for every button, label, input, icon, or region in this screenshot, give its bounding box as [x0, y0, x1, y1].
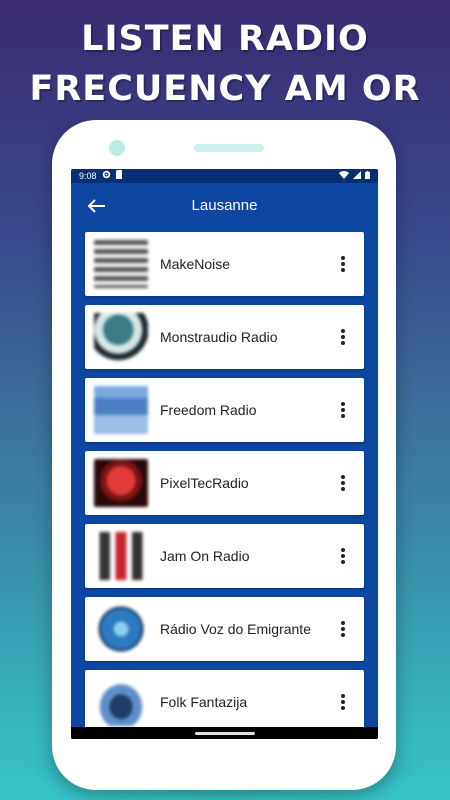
- more-vert-icon[interactable]: [336, 252, 350, 276]
- station-name: PixelTecRadio: [160, 474, 249, 491]
- phone-frame: 9:08 Lausanne MakeNoise Monstraudio Radi…: [52, 120, 396, 790]
- more-vert-icon[interactable]: [336, 690, 350, 714]
- station-name: MakeNoise: [160, 255, 231, 272]
- station-logo: [94, 313, 148, 361]
- station-list: MakeNoise Monstraudio Radio Freedom Radi…: [71, 229, 378, 734]
- station-name: Freedom Radio: [160, 401, 257, 418]
- more-vert-icon[interactable]: [336, 544, 350, 568]
- station-name: Rádio Voz do Emigrante: [160, 620, 311, 637]
- battery-icon: [365, 169, 370, 183]
- station-logo: [94, 459, 148, 507]
- home-gesture-handle[interactable]: [194, 731, 255, 735]
- cell-signal-icon: [353, 169, 361, 183]
- station-item-monstraudio-radio[interactable]: Monstraudio Radio: [85, 305, 364, 369]
- system-nav-bar: [71, 727, 378, 739]
- wifi-icon: [339, 169, 349, 183]
- status-time: 9:08: [79, 171, 97, 181]
- station-item-freedom-radio[interactable]: Freedom Radio: [85, 378, 364, 442]
- more-vert-icon[interactable]: [336, 398, 350, 422]
- station-item-makenoise[interactable]: MakeNoise: [85, 232, 364, 296]
- settings-gear-icon: [102, 169, 111, 183]
- sd-card-icon: [115, 169, 123, 183]
- phone-screen: 9:08 Lausanne MakeNoise Monstraudio Radi…: [71, 169, 378, 739]
- station-item-folk-fantazija[interactable]: Folk Fantazija: [85, 670, 364, 734]
- station-logo: [94, 678, 148, 726]
- front-camera: [109, 140, 125, 156]
- station-item-jam-on-radio[interactable]: Jam On Radio: [85, 524, 364, 588]
- station-logo: [94, 386, 148, 434]
- headline-line-1: LISTEN RADIO: [81, 19, 369, 59]
- status-bar: 9:08: [71, 169, 378, 183]
- station-logo: [94, 605, 148, 653]
- station-logo: [94, 240, 148, 288]
- station-logo: [94, 532, 148, 580]
- more-vert-icon[interactable]: [336, 617, 350, 641]
- station-item-pixeltecradio[interactable]: PixelTecRadio: [85, 451, 364, 515]
- page-title: Lausanne: [191, 197, 258, 214]
- earpiece-speaker: [194, 144, 264, 152]
- more-vert-icon[interactable]: [336, 325, 350, 349]
- app-bar: Lausanne: [71, 183, 378, 229]
- station-item-radio-voz-do-emigrante[interactable]: Rádio Voz do Emigrante: [85, 597, 364, 661]
- station-name: Folk Fantazija: [160, 693, 248, 710]
- station-name: Monstraudio Radio: [160, 328, 278, 345]
- more-vert-icon[interactable]: [336, 471, 350, 495]
- station-name: Jam On Radio: [160, 547, 250, 564]
